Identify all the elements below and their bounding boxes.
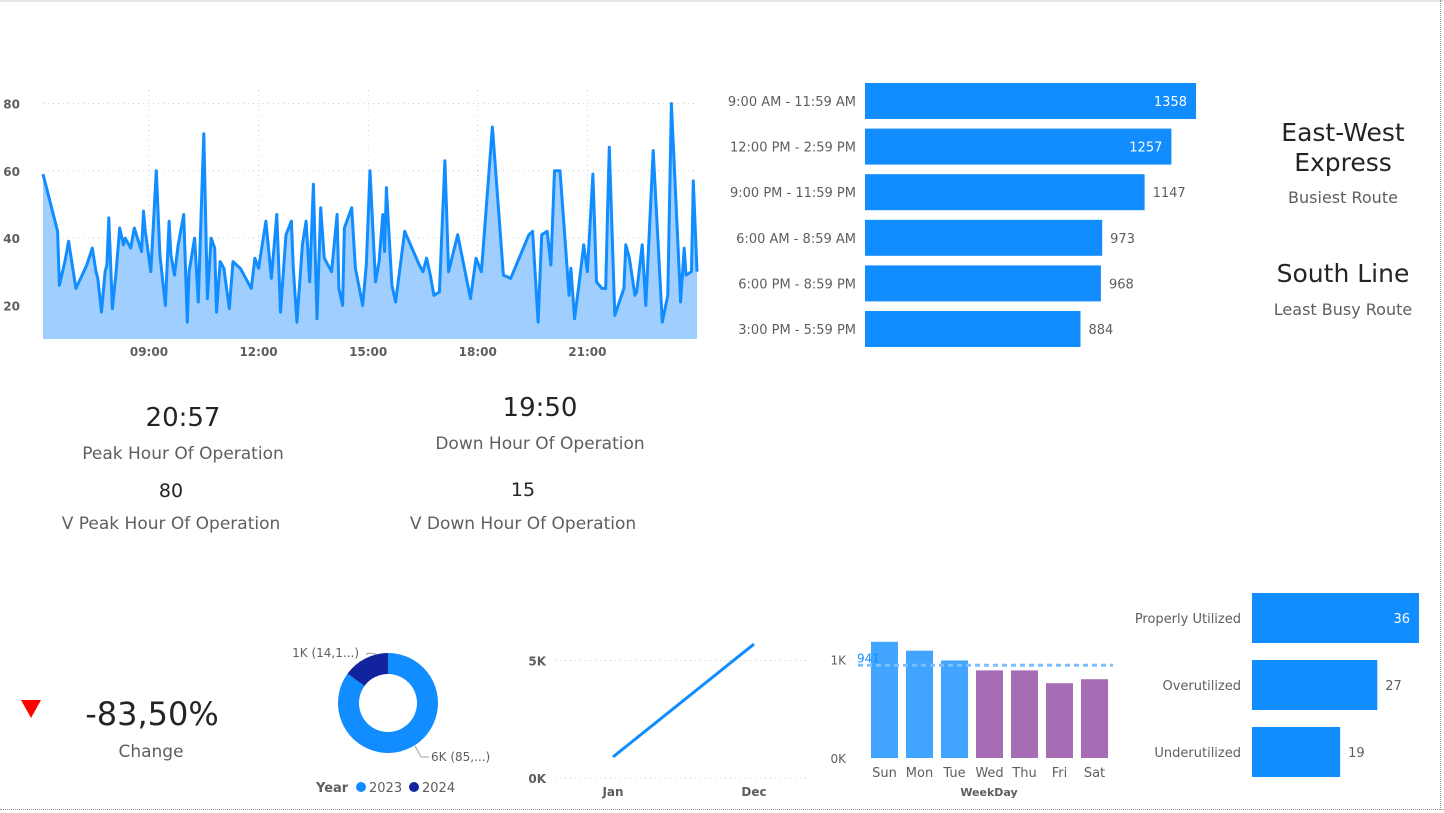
year-donut-chart[interactable]: 1K (14,1...) 6K (85,...) Year 2023 2024: [280, 630, 505, 805]
weekday-x-tick-label: Mon: [906, 766, 933, 781]
bar[interactable]: [865, 83, 1196, 119]
donut-legend-title: Year: [315, 781, 349, 796]
donut-label-2023: 6K (85,...): [431, 750, 490, 764]
bar-category-label: 12:00 PM - 2:59 PM: [730, 141, 856, 156]
bar-category-label: Underutilized: [1154, 746, 1241, 761]
bar[interactable]: [865, 128, 1172, 165]
v-peak-label: V Peak Hour Of Operation: [61, 514, 281, 533]
weekday-bar[interactable]: [941, 660, 968, 759]
donut-label-2024: 1K (14,1...): [292, 646, 359, 660]
hourly-x-tick-label: 18:00: [459, 345, 497, 359]
bar-category-label: Overutilized: [1162, 679, 1241, 694]
change-value: -83,50%: [85, 695, 219, 733]
weekday-x-tick-label: Tue: [942, 766, 965, 781]
down-hour-value: 19:50: [502, 393, 578, 423]
hourly-y-tick-label: 20: [3, 299, 20, 313]
hourly-x-tick-label: 09:00: [130, 345, 168, 359]
bar-value-label: 884: [1088, 323, 1113, 338]
donut-leader-line: [365, 652, 377, 656]
bar-value-label: 1257: [1129, 141, 1162, 156]
bar-category-label: 9:00 PM - 11:59 PM: [730, 186, 856, 201]
peak-hour-value: 20:57: [145, 403, 221, 433]
bar-category-label: 3:00 PM - 5:59 PM: [738, 323, 856, 338]
monthly-y-tick-label: 5K: [528, 655, 546, 669]
time-slot-bar-chart[interactable]: 9:00 AM - 11:59 AM 1358 12:00 PM - 2:59 PM…: [725, 75, 1215, 360]
monthly-x-tick-label: Dec: [741, 785, 766, 799]
weekday-x-tick-label: Sun: [872, 766, 897, 781]
bar[interactable]: [865, 174, 1145, 211]
weekday-y-tick-label: 0K: [830, 752, 847, 766]
bar[interactable]: [1252, 727, 1341, 777]
least-busy-route-name: South Line: [1276, 259, 1410, 288]
change-label: Change: [118, 742, 184, 762]
bar-value-label: 36: [1393, 612, 1410, 627]
legend-marker-2024: [409, 782, 419, 792]
v-peak-value: 80: [158, 480, 184, 502]
v-down-value: 15: [510, 479, 536, 501]
weekday-x-tick-label: Sat: [1084, 766, 1105, 781]
bar[interactable]: [865, 219, 1103, 256]
hourly-x-tick-label: 12:00: [239, 345, 277, 359]
donut-leader-line: [414, 745, 429, 758]
busiest-route-label: Busiest Route: [1288, 188, 1398, 207]
bar-value-label: 27: [1385, 679, 1402, 694]
monthly-line-chart[interactable]: 0K 5K Jan Dec: [515, 630, 820, 805]
bar[interactable]: [1252, 660, 1378, 710]
v-down-label: V Down Hour Of Operation: [409, 514, 637, 534]
bar-value-label: 968: [1109, 277, 1134, 292]
bar[interactable]: [865, 265, 1101, 302]
weekday-y-tick-label: 1K: [830, 654, 847, 668]
average-line-label: 941: [857, 651, 880, 665]
legend-marker-2023: [356, 782, 366, 792]
least-busy-route-label: Least Busy Route: [1273, 300, 1413, 319]
weekday-bar[interactable]: [1011, 670, 1038, 758]
bar-value-label: 19: [1348, 746, 1365, 761]
weekday-bar[interactable]: [976, 670, 1003, 758]
monthly-line[interactable]: [612, 642, 755, 759]
utilization-bar-chart[interactable]: Properly Utilized 36 Overutilized 27 Underut…: [1125, 585, 1437, 785]
bottom-border: [0, 809, 1444, 810]
weekday-x-axis-title: WeekDay: [960, 786, 1017, 799]
bar-category-label: 6:00 PM - 8:59 PM: [738, 277, 856, 292]
down-hour-label: Down Hour Of Operation: [435, 434, 645, 454]
monthly-y-tick-label: 0K: [528, 772, 546, 786]
bar-value-label: 1358: [1154, 95, 1187, 110]
bar-category-label: 6:00 AM - 8:59 AM: [736, 232, 856, 247]
bar[interactable]: [865, 311, 1081, 347]
weekday-bar-chart[interactable]: 0K 1K Sun Mon Tue Wed Thu Fri Sat WeekDay 941: [820, 630, 1125, 805]
hourly-y-tick-label: 80: [3, 97, 20, 111]
weekday-x-tick-label: Thu: [1011, 766, 1036, 781]
hourly-area-fill: [43, 103, 697, 339]
weekday-x-tick-label: Wed: [975, 766, 1003, 781]
peak-hour-label: Peak Hour Of Operation: [82, 444, 284, 464]
weekday-x-tick-label: Fri: [1052, 766, 1068, 781]
weekday-bar[interactable]: [1046, 683, 1073, 758]
bar-category-label: 9:00 AM - 11:59 AM: [728, 95, 856, 110]
bar-category-label: Properly Utilized: [1135, 612, 1241, 627]
hourly-y-tick-label: 60: [3, 165, 20, 179]
hourly-area-chart[interactable]: 20 40 60 80 09:00 12:00 15:00 18:00 21:00: [0, 90, 705, 370]
weekday-bar[interactable]: [906, 650, 933, 758]
hourly-x-tick-label: 15:00: [349, 345, 387, 359]
top-border: [0, 0, 1444, 2]
down-triangle-icon: [21, 700, 41, 718]
monthly-x-tick-label: Jan: [601, 785, 623, 799]
bar-value-label: 1147: [1153, 186, 1186, 201]
hourly-y-tick-label: 40: [3, 232, 20, 246]
busiest-route-name: East-West Express: [1281, 118, 1405, 177]
legend-label-2023[interactable]: 2023: [369, 781, 402, 796]
hourly-x-tick-label: 21:00: [568, 345, 606, 359]
legend-label-2024[interactable]: 2024: [422, 781, 455, 796]
weekday-bar[interactable]: [1081, 679, 1108, 758]
bar-value-label: 973: [1110, 232, 1135, 247]
